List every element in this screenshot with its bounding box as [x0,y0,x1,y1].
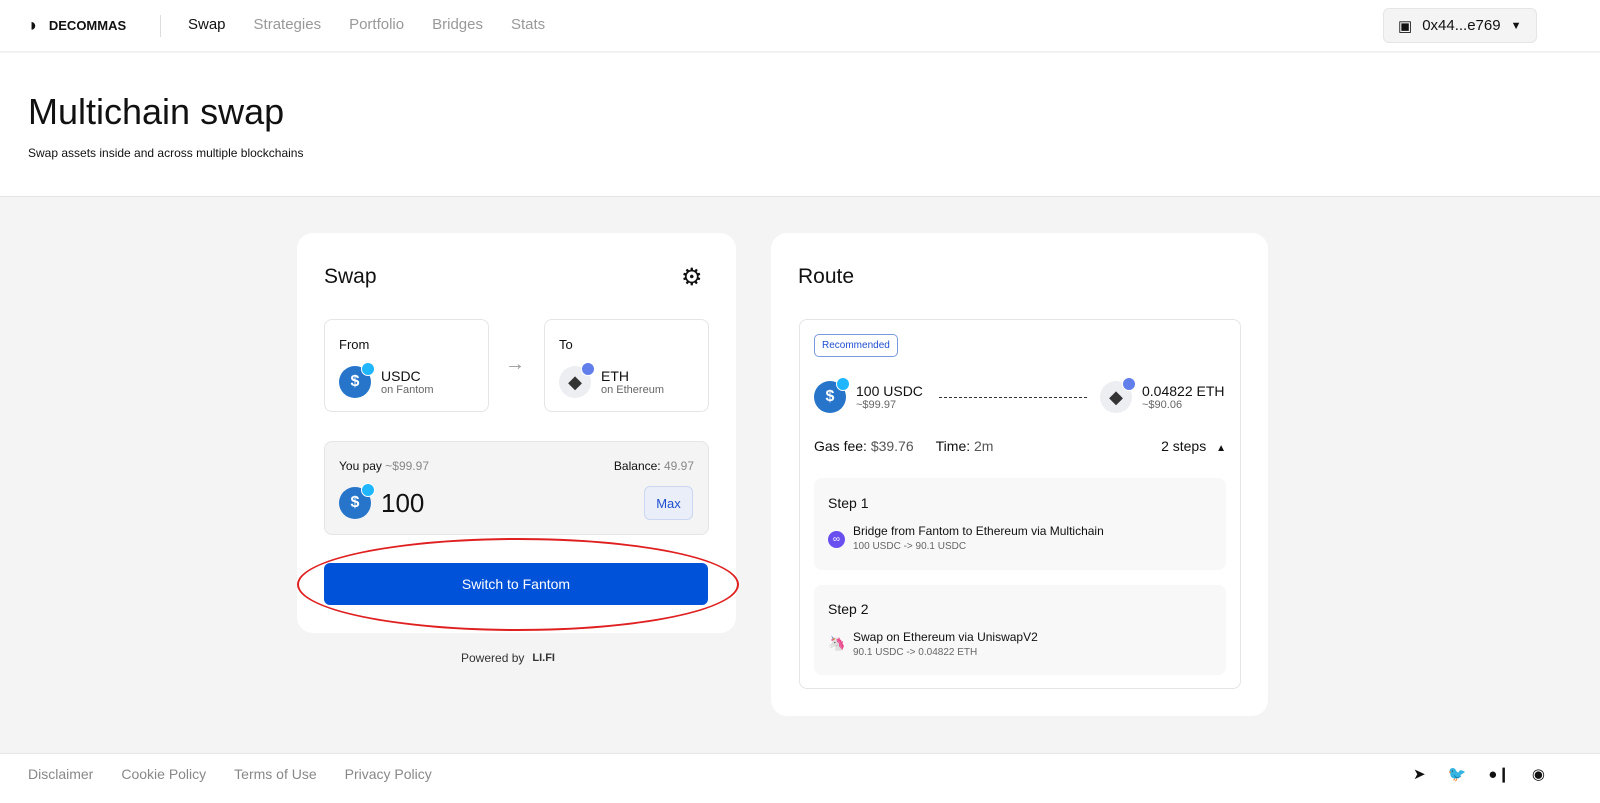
usdc-icon: $ [339,483,375,519]
usdc-icon: $ [814,377,850,413]
chevron-up-icon: ▲ [1216,443,1226,454]
logo-icon: ◗ [28,15,39,35]
to-token-selector[interactable]: To ◆ ETH on Ethereum [544,319,709,412]
recommended-badge: Recommended [814,334,898,357]
pay-amount-panel: You pay ~$99.97 Balance: 49.97 $100 Max [324,441,709,535]
nav-bridges[interactable]: Bridges [432,16,483,33]
uniswap-icon: 🦄 [828,635,846,651]
eth-icon: ◆ [559,362,595,398]
settings-gear-icon[interactable]: ⚙ [681,263,703,292]
footer-disclaimer[interactable]: Disclaimer [28,766,93,782]
nav-swap[interactable]: Swap [188,16,226,33]
medium-icon[interactable]: ●❙ [1488,765,1510,783]
wallet-icon: ▣ [1398,17,1413,35]
brand-logo[interactable]: ◗ DECOMMAS [28,15,126,36]
arrow-right-icon: → [505,353,525,375]
lifi-logo: LI.FI [532,652,555,664]
nav-stats[interactable]: Stats [511,16,545,33]
route-step: Step 2 🦄 Swap on Ethereum via UniswapV2 … [814,585,1226,675]
route-option[interactable]: Recommended $100 USDC ~$99.97 ◆ 0.04822 ET… [799,319,1241,689]
route-card: Route Recommended $100 USDC ~$99.97 ◆ 0.04… [771,233,1268,716]
swap-title: Swap [324,265,377,288]
swap-card: Swap ⚙ From $ USDC on Fantom → To ◆ ETH on E… [297,233,736,633]
eth-icon: ◆ [1100,377,1136,413]
footer-privacy[interactable]: Privacy Policy [345,766,432,782]
discord-icon[interactable]: ◉ [1532,765,1545,783]
nav-strategies[interactable]: Strategies [254,16,322,33]
multichain-icon: ∞ [828,531,845,548]
footer-cookie-policy[interactable]: Cookie Policy [121,766,206,782]
chevron-down-icon: ▼ [1510,19,1522,32]
twitter-icon[interactable]: 🐦 [1448,765,1467,783]
powered-by: Powered by LI.FI [461,651,555,665]
wallet-button[interactable]: ▣ 0x44...e769 ▼ [1383,8,1537,43]
page-header: Multichain swap Swap assets inside and a… [0,53,1600,197]
switch-network-button[interactable]: Switch to Fantom [324,563,708,605]
divider [160,15,161,37]
amount-input[interactable]: 100 [381,488,424,519]
steps-toggle[interactable]: 2 steps ▲ [1161,438,1226,454]
max-button[interactable]: Max [644,486,693,520]
top-nav: ◗ DECOMMAS Swap Strategies Portfolio Brid… [0,0,1600,52]
footer-terms[interactable]: Terms of Use [234,766,316,782]
route-title: Route [798,265,855,288]
page-subtitle: Swap assets inside and across multiple b… [28,146,304,160]
footer: Disclaimer Cookie Policy Terms of Use Pr… [0,753,1600,803]
page-title: Multichain swap [28,91,285,132]
route-dashed-line [939,397,1087,398]
from-token-selector[interactable]: From $ USDC on Fantom [324,319,489,412]
route-step: Step 1 ∞ Bridge from Fantom to Ethereum … [814,478,1226,570]
usdc-icon: $ [339,362,375,398]
telegram-icon[interactable]: ➤ [1413,765,1426,783]
nav-portfolio[interactable]: Portfolio [349,16,404,33]
